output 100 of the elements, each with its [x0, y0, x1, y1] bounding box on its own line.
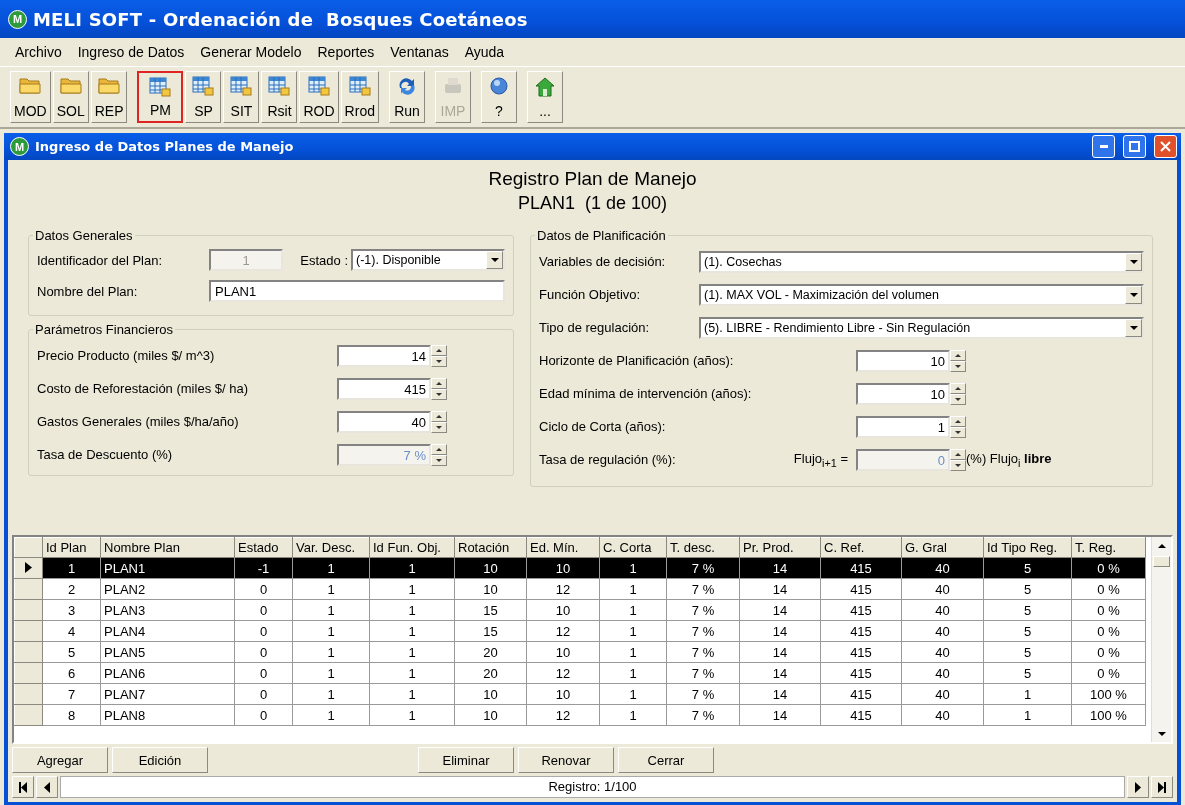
table-cell: 415	[820, 620, 902, 642]
toolbar-button[interactable]: MOD	[10, 71, 51, 123]
column-header[interactable]: Ed. Mín.	[526, 537, 600, 558]
table-cell: 0 %	[1071, 641, 1146, 663]
dropdown-button[interactable]	[1125, 318, 1142, 337]
record-subheading: PLAN1 (1 de 100)	[516, 192, 669, 214]
next-record-button[interactable]	[1127, 776, 1149, 798]
column-header[interactable]: Id Fun. Obj.	[369, 537, 455, 558]
form-button[interactable]: Eliminar	[418, 747, 514, 773]
last-record-button[interactable]	[1151, 776, 1173, 798]
number-field[interactable]: 10	[856, 382, 950, 405]
spin-buttons[interactable]	[431, 443, 447, 466]
menu-item[interactable]: Generar Modelo	[193, 42, 309, 62]
menu-item[interactable]: Ingreso de Datos	[70, 42, 192, 62]
column-header[interactable]: Id Plan	[42, 537, 101, 558]
table-cell: 7 %	[666, 641, 740, 663]
number-field[interactable]: 1	[856, 415, 950, 438]
column-header[interactable]: T. desc.	[666, 537, 740, 558]
dropdown-button[interactable]	[1125, 252, 1142, 271]
menu-item[interactable]: Reportes	[310, 42, 382, 62]
table-cell: 40	[901, 662, 984, 684]
menu-item[interactable]: Ventanas	[383, 42, 456, 62]
spin-buttons[interactable]	[431, 344, 447, 367]
first-record-button[interactable]	[12, 776, 34, 798]
form-button[interactable]: Renovar	[518, 747, 614, 773]
table-cell: PLAN5	[100, 641, 235, 663]
column-header[interactable]: Nombre Plan	[100, 537, 235, 558]
previous-record-button[interactable]	[36, 776, 58, 798]
dropdown[interactable]: (1). MAX VOL - Maximización del volumen	[699, 283, 1144, 306]
spin-buttons[interactable]	[950, 349, 966, 372]
toolbar-button[interactable]: Rrod	[340, 71, 379, 123]
table-cell: 1	[369, 599, 455, 621]
form-button[interactable]: Agregar	[12, 747, 108, 773]
column-header[interactable]: Var. Desc.	[292, 537, 370, 558]
toolbar-button[interactable]: ?	[480, 71, 517, 123]
column-header[interactable]: C. Corta	[599, 537, 667, 558]
window-title: Ingreso de Datos Planes de Manejo	[35, 139, 295, 154]
spin-buttons[interactable]	[950, 448, 966, 471]
spin-buttons[interactable]	[950, 382, 966, 405]
table-cell: 40	[901, 620, 984, 642]
toolbar-button[interactable]: Rsit	[261, 71, 298, 123]
column-header[interactable]: Pr. Prod.	[739, 537, 821, 558]
dropdown[interactable]: (5). LIBRE - Rendimiento Libre - Sin Regulación	[699, 316, 1144, 339]
spin-buttons[interactable]	[431, 410, 447, 433]
dropdown-button[interactable]	[1125, 285, 1142, 304]
maximize-button[interactable]	[1123, 135, 1146, 158]
menu-item[interactable]: Ayuda	[457, 42, 512, 62]
column-header[interactable]: G. Gral	[901, 537, 984, 558]
toolbar-button[interactable]: REP	[90, 71, 128, 123]
folder-icon	[19, 76, 42, 94]
column-header[interactable]: C. Ref.	[820, 537, 902, 558]
toolbar-button[interactable]: Run	[388, 71, 425, 123]
field-label: Edad mínima de intervención (años):	[539, 386, 753, 401]
number-field[interactable]: 40	[337, 410, 431, 433]
table-cell: 1	[292, 683, 370, 705]
table-cell: 10	[454, 683, 527, 705]
dropdown-button[interactable]	[486, 251, 503, 269]
toolbar-button[interactable]: SOL	[52, 71, 89, 123]
field-label: Tasa de Descuento (%)	[37, 447, 174, 462]
table-cell: 14	[739, 578, 821, 600]
field-label: Ciclo de Corta (años):	[539, 419, 667, 434]
toolbar-button[interactable]: SP	[185, 71, 222, 123]
table-cell: 1	[369, 683, 455, 705]
form-button[interactable]: Cerrar	[618, 747, 714, 773]
field-label: Estado :	[299, 252, 349, 268]
table-cell: 7 %	[666, 662, 740, 684]
toolbar-button[interactable]: ...	[526, 71, 563, 123]
number-field[interactable]: 10	[856, 349, 950, 372]
toolbar-button[interactable]: PM	[137, 71, 184, 123]
scrollbar[interactable]	[1151, 537, 1171, 742]
next-record-icon	[1133, 781, 1143, 793]
toolbar-button[interactable]: SIT	[223, 71, 260, 123]
column-header[interactable]: T. Reg.	[1071, 537, 1146, 558]
column-header[interactable]: Rotación	[454, 537, 527, 558]
table-cell: 1	[292, 641, 370, 663]
spin-buttons[interactable]	[431, 377, 447, 400]
column-header[interactable]: Estado	[234, 537, 293, 558]
table-cell: PLAN4	[100, 620, 235, 642]
menu-item[interactable]: Archivo	[8, 42, 69, 62]
field-label: Identificador del Plan:	[37, 252, 164, 268]
last-record-icon	[1157, 781, 1167, 793]
spin-buttons[interactable]	[950, 415, 966, 438]
close-button[interactable]	[1154, 135, 1177, 158]
table-cell: 1	[599, 641, 667, 663]
house-icon	[533, 76, 556, 98]
dropdown[interactable]: (1). Cosechas	[699, 250, 1144, 273]
name-field[interactable]: PLAN1	[209, 280, 505, 302]
row-selector[interactable]	[14, 557, 43, 579]
table-icon	[149, 77, 172, 97]
number-field[interactable]: 415	[337, 377, 431, 400]
table-cell: 0	[234, 599, 293, 621]
table-cell: 20	[454, 662, 527, 684]
number-field[interactable]: 14	[337, 344, 431, 367]
table-cell: 2	[42, 578, 101, 600]
minimize-button[interactable]	[1092, 135, 1115, 158]
table-cell: PLAN6	[100, 662, 235, 684]
dropdown[interactable]: (-1). Disponible	[351, 249, 505, 271]
form-button[interactable]: Edición	[112, 747, 208, 773]
column-header[interactable]: Id Tipo Reg.	[983, 537, 1072, 558]
toolbar-button[interactable]: ROD	[299, 71, 339, 123]
